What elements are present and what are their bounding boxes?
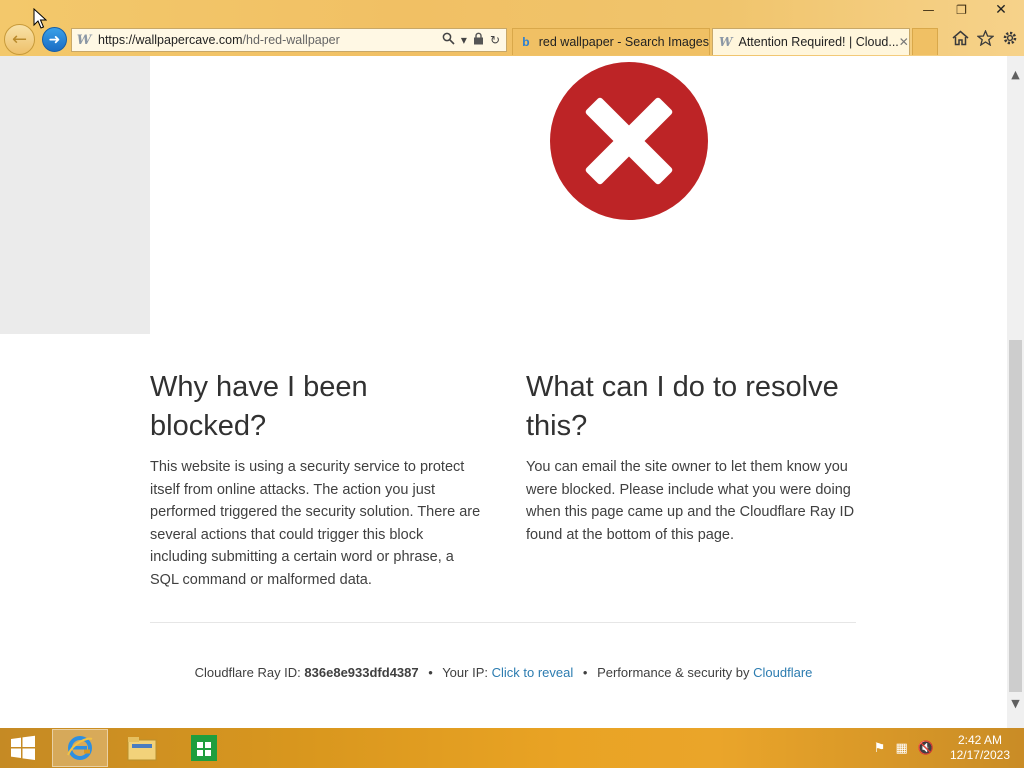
- start-button[interactable]: [0, 728, 46, 768]
- minimize-button[interactable]: —: [912, 0, 945, 20]
- ip-label: Your IP:: [442, 665, 488, 680]
- address-bar-actions: ▾ ↻: [442, 32, 506, 48]
- performance-label: Performance & security by: [597, 665, 750, 680]
- forward-arrow-icon: ➜: [48, 31, 61, 48]
- resolve-heading: What can I do to resolve this?: [526, 371, 839, 442]
- url-text[interactable]: https://wallpapercave.com/hd-red-wallpap…: [98, 33, 340, 47]
- restore-button[interactable]: ❐: [945, 0, 978, 20]
- internet-explorer-icon: [67, 736, 93, 760]
- taskbar: ⚑ ▦ 🔇 2:42 AM 12/17/2023: [0, 728, 1024, 768]
- scrollbar-thumb[interactable]: [1009, 340, 1022, 692]
- ray-id-label: Cloudflare Ray ID:: [194, 665, 301, 680]
- folder-icon: [127, 737, 157, 761]
- footer-divider: [150, 622, 856, 623]
- lock-icon[interactable]: [473, 32, 484, 48]
- resolve-section: What can I do to resolve this? You can e…: [526, 368, 858, 546]
- clock[interactable]: 2:42 AM 12/17/2023: [950, 733, 1010, 763]
- vertical-scrollbar[interactable]: ▲ ▼: [1007, 56, 1024, 728]
- tab-title: red wallpaper - Search Images: [538, 35, 709, 49]
- back-button[interactable]: ←: [4, 24, 35, 55]
- why-blocked-heading: Why have I been blocked?: [150, 371, 368, 442]
- search-icon[interactable]: [442, 32, 455, 48]
- close-window-button[interactable]: ✕: [978, 0, 1024, 20]
- window-controls: — ❐ ✕: [912, 0, 1024, 22]
- dropdown-chevron-icon[interactable]: ▾: [461, 33, 467, 47]
- why-blocked-text: This website is using a security service…: [150, 459, 481, 588]
- mouse-cursor-icon: [33, 8, 47, 29]
- forward-button[interactable]: ➜: [42, 27, 67, 52]
- url-host: https://wallpapercave.com: [98, 33, 243, 47]
- tab-attention-required[interactable]: W Attention Required! | Cloud... ✕: [712, 28, 910, 55]
- settings-gear-icon[interactable]: [1002, 30, 1018, 50]
- error-x-mark: [585, 97, 673, 185]
- system-tray: ⚑ ▦ 🔇 2:42 AM 12/17/2023: [874, 728, 1010, 768]
- address-bar[interactable]: W https://wallpapercave.com/hd-red-wallp…: [71, 28, 507, 52]
- taskbar-store[interactable]: [176, 729, 232, 767]
- cloudflare-footer: Cloudflare Ray ID: 836e8e933dfd4387 • Yo…: [0, 665, 1007, 680]
- bullet-separator: •: [582, 665, 588, 680]
- speaker-muted-icon[interactable]: 🔇: [918, 741, 934, 756]
- url-path: /hd-red-wallpaper: [242, 33, 340, 47]
- page-viewport: Why have I been blocked? This website is…: [0, 56, 1007, 728]
- bullet-separator: •: [428, 665, 433, 680]
- tab-search-images[interactable]: b red wallpaper - Search Images: [512, 28, 710, 55]
- scroll-up-arrow-icon[interactable]: ▲: [1007, 68, 1024, 85]
- scroll-down-arrow-icon[interactable]: ▼: [1007, 697, 1024, 714]
- page-side-panel: [0, 56, 150, 334]
- cloudflare-link[interactable]: Cloudflare: [753, 665, 812, 680]
- clock-date: 12/17/2023: [949, 748, 1010, 762]
- browser-toolbar: [952, 29, 1018, 50]
- site-favicon-icon: W: [76, 32, 92, 48]
- store-icon: [191, 735, 217, 761]
- browser-frame: — ❐ ✕ ← ➜ W https://wallpapercave.com/hd…: [0, 0, 1024, 56]
- taskbar-internet-explorer[interactable]: [52, 729, 108, 767]
- wallpapercave-icon: W: [719, 35, 733, 49]
- home-icon[interactable]: [952, 30, 969, 50]
- error-icon: [550, 62, 708, 220]
- clock-time: 2:42 AM: [957, 733, 1002, 747]
- close-tab-icon[interactable]: ✕: [899, 35, 909, 49]
- taskbar-file-explorer[interactable]: [114, 729, 170, 767]
- refresh-icon[interactable]: ↻: [490, 33, 500, 47]
- tab-title: Attention Required! | Cloud...: [738, 35, 899, 49]
- favorites-star-icon[interactable]: [976, 29, 995, 50]
- resolve-text: You can email the site owner to let them…: [526, 459, 855, 543]
- reveal-ip-link[interactable]: Click to reveal: [492, 665, 574, 680]
- windows-logo-icon: [11, 735, 35, 760]
- new-tab-button[interactable]: [912, 28, 938, 55]
- back-arrow-icon: ←: [11, 29, 28, 50]
- ray-id-value: 836e8e933dfd4387: [304, 665, 419, 680]
- network-icon[interactable]: ▦: [895, 741, 907, 756]
- flag-icon[interactable]: ⚑: [874, 741, 886, 756]
- why-blocked-section: Why have I been blocked? This website is…: [150, 368, 482, 592]
- bing-icon: b: [522, 35, 530, 49]
